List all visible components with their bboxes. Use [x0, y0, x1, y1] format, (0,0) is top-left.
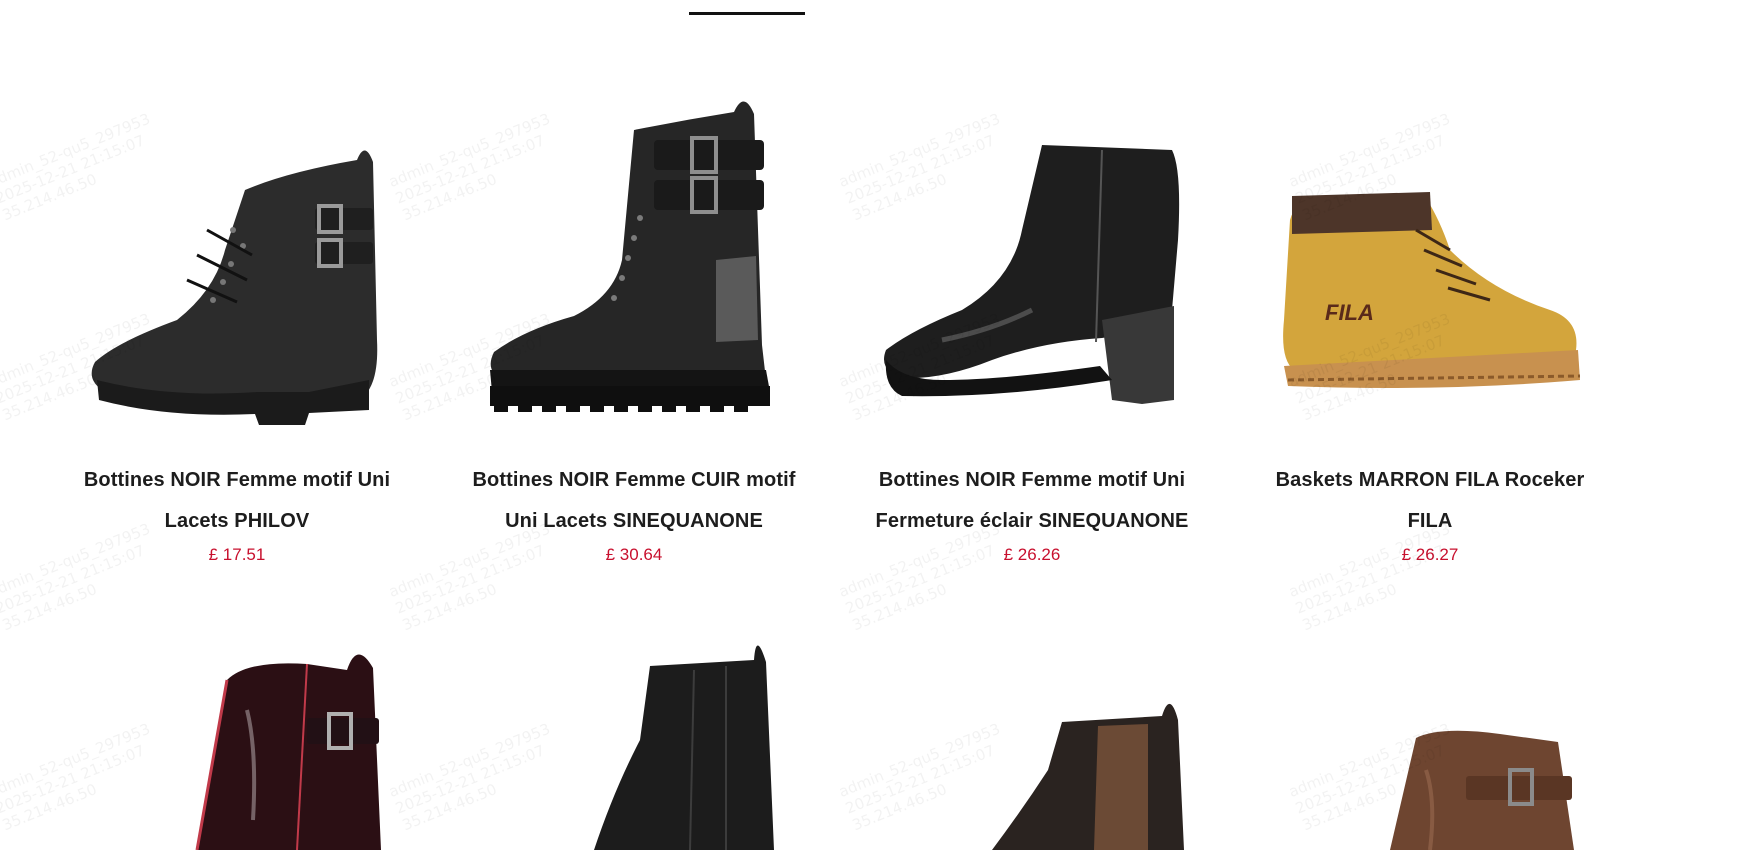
fila-logo: FILA: [1325, 300, 1374, 325]
product-title[interactable]: Bottines NOIR Femme motif Uni Lacets PHI…: [47, 460, 427, 542]
product-title[interactable]: Baskets MARRON FILA Roceker FILA: [1240, 460, 1620, 542]
product-image[interactable]: FILA: [1240, 80, 1620, 440]
boot-icon: [884, 145, 1180, 404]
boot-icon: [594, 645, 774, 850]
boot-icon: [195, 654, 381, 850]
boot-icon: [992, 703, 1184, 850]
product-price: £ 26.27: [1401, 545, 1459, 564]
product-image[interactable]: [842, 630, 1222, 850]
product-image[interactable]: [444, 630, 824, 850]
product-image[interactable]: [444, 80, 824, 440]
product-price: £ 17.51: [208, 545, 266, 564]
product-image[interactable]: [1240, 630, 1620, 850]
active-tab-underline: [689, 12, 805, 15]
boot-icon: [91, 150, 378, 425]
product-price: £ 30.64: [605, 545, 663, 564]
boot-icon: [1390, 730, 1574, 850]
product-image[interactable]: [47, 630, 427, 850]
product-title[interactable]: Bottines NOIR Femme motif Uni Fermeture …: [842, 460, 1222, 542]
boot-icon: [490, 101, 770, 412]
product-title[interactable]: Bottines NOIR Femme CUIR motif Uni Lacet…: [444, 460, 824, 542]
boot-icon: FILA: [1283, 192, 1581, 388]
product-price: £ 26.26: [1003, 545, 1061, 564]
product-image[interactable]: [842, 80, 1222, 440]
product-image[interactable]: [47, 80, 427, 440]
